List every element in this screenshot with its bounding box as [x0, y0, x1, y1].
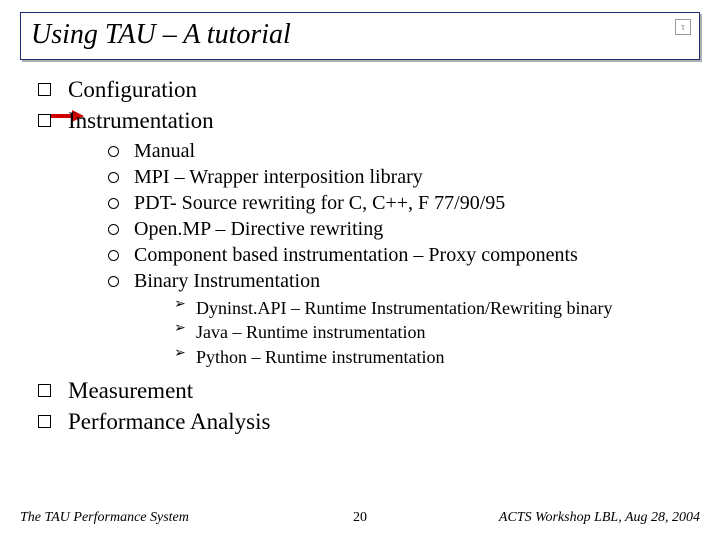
- subsub-java: Java – Runtime instrumentation: [174, 320, 700, 344]
- bullet-text: Instrumentation: [68, 108, 214, 133]
- tau-logo-icon: τ: [675, 19, 691, 35]
- bullet-text: Configuration: [68, 77, 197, 102]
- footer-right: ACTS Workshop LBL, Aug 28, 2004: [499, 510, 700, 526]
- bullet-text: PDT- Source rewriting for C, C++, F 77/9…: [134, 192, 505, 214]
- slide-title: Using TAU – A tutorial: [31, 19, 291, 50]
- bullet-text: Python – Runtime instrumentation: [196, 347, 445, 367]
- bullet-text: Dyninst.API – Runtime Instrumentation/Re…: [196, 298, 612, 318]
- bullet-list: Configuration Instrumentation Manual MPI…: [38, 74, 700, 437]
- bullet-text: Open.MP – Directive rewriting: [134, 218, 383, 240]
- sub-openmp: Open.MP – Directive rewriting: [108, 216, 700, 242]
- footer: The TAU Performance System 20 ACTS Works…: [20, 510, 700, 526]
- sub-mpi: MPI – Wrapper interposition library: [108, 164, 700, 190]
- content-area: Configuration Instrumentation Manual MPI…: [20, 74, 700, 437]
- slide-number: 20: [353, 510, 367, 526]
- subsub-dyninst: Dyninst.API – Runtime Instrumentation/Re…: [174, 296, 700, 320]
- bullet-text: Component based instrumentation – Proxy …: [134, 244, 578, 266]
- bullet-text: Manual: [134, 140, 195, 162]
- bullet-text: Java – Runtime instrumentation: [196, 322, 425, 342]
- sub-binary: Binary Instrumentation Dyninst.API – Run…: [108, 268, 700, 369]
- bullet-text: Performance Analysis: [68, 409, 270, 434]
- subsub-python: Python – Runtime instrumentation: [174, 345, 700, 369]
- bullet-text: Measurement: [68, 378, 193, 403]
- slide: Using TAU – A tutorial τ Configuration I…: [0, 0, 720, 540]
- bullet-text: Binary Instrumentation: [134, 270, 320, 292]
- subsub-list: Dyninst.API – Runtime Instrumentation/Re…: [174, 296, 700, 369]
- sub-component: Component based instrumentation – Proxy …: [108, 242, 700, 268]
- bullet-measurement: Measurement: [38, 375, 700, 406]
- sub-manual: Manual: [108, 138, 700, 164]
- title-container: Using TAU – A tutorial τ: [20, 12, 700, 60]
- bullet-performance: Performance Analysis: [38, 406, 700, 437]
- bullet-instrumentation: Instrumentation Manual MPI – Wrapper int…: [38, 105, 700, 369]
- bullet-configuration: Configuration: [38, 74, 700, 105]
- footer-left: The TAU Performance System: [20, 510, 189, 526]
- sub-pdt: PDT- Source rewriting for C, C++, F 77/9…: [108, 190, 700, 216]
- sub-list: Manual MPI – Wrapper interposition libra…: [108, 138, 700, 369]
- bullet-text: MPI – Wrapper interposition library: [134, 166, 423, 188]
